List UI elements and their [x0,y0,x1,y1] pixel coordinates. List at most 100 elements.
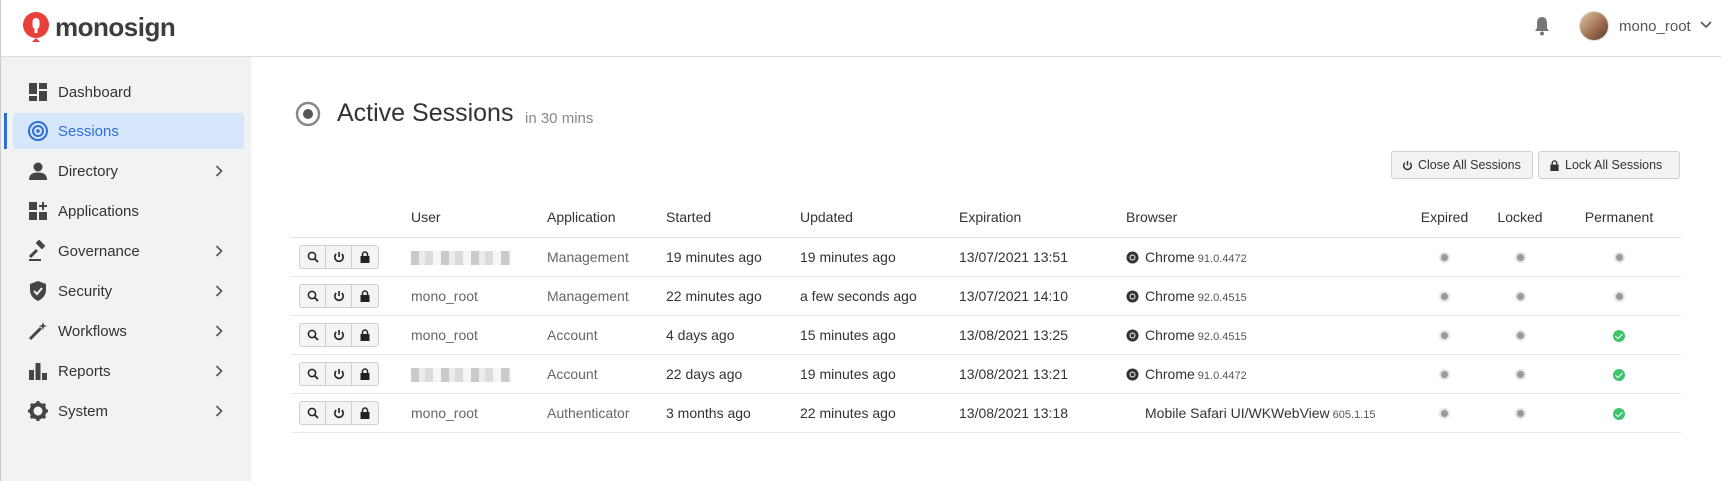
cell-expiration: 13/08/2021 13:18 [959,393,1126,433]
avatar[interactable] [1579,11,1609,41]
sessions-icon [28,121,48,141]
power-icon [333,368,344,379]
close-session-button[interactable] [326,245,352,268]
sidebar-item-label: Reports [58,362,111,380]
locked-false-icon [1514,369,1526,381]
column-header-application[interactable]: Application [547,198,666,238]
chevron-right-icon [215,325,223,337]
view-session-button[interactable] [300,284,326,307]
chrome-icon [1126,367,1139,381]
column-header-updated[interactable]: Updated [800,198,959,238]
lock-all-sessions-button[interactable]: Lock All Sessions [1538,151,1680,179]
user-name: mono_root [411,287,478,304]
sidebar-item-directory[interactable]: Directory [13,153,244,189]
sidebar-item-sessions[interactable]: Sessions [4,113,244,149]
sidebar-item-security[interactable]: Security [13,273,244,309]
view-session-button[interactable] [300,323,326,346]
lock-session-button[interactable] [352,324,378,346]
cell-updated: a few seconds ago [800,276,959,316]
close-session-button[interactable] [326,362,352,385]
cell-application: Account [547,315,666,355]
search-icon [307,290,319,302]
cell-permanent [1557,237,1681,277]
lock-session-button[interactable] [352,402,378,424]
view-session-button[interactable] [300,362,326,385]
sidebar-item-label: Workflows [58,322,127,340]
main-content: Active Sessions in 30 mins Close All Ses… [251,57,1721,481]
search-icon [307,329,319,341]
search-icon [307,251,319,263]
browser-version: 605.1.15 [1332,408,1376,421]
view-session-button[interactable] [300,245,326,268]
column-header-expired[interactable]: Expired [1406,198,1483,238]
cell-expiration: 13/08/2021 13:25 [959,315,1126,355]
chrome-icon [1126,328,1139,342]
power-icon [333,290,344,301]
cell-user [411,354,547,394]
close-session-button[interactable] [326,401,352,424]
column-header-user[interactable]: User [411,198,547,238]
lock-session-button[interactable] [352,363,378,385]
lock-session-button[interactable] [352,246,378,268]
table-row: Management 19 minutes ago 19 minutes ago 13… [291,237,1681,277]
sidebar-item-reports[interactable]: Reports [13,353,244,389]
cell-permanent [1557,393,1681,433]
column-header-permanent[interactable]: Permanent [1557,198,1681,238]
column-header-started[interactable]: Started [666,198,800,238]
cell-application: Account [547,354,666,394]
power-icon [1402,160,1413,170]
close-all-sessions-button[interactable]: Close All Sessions [1391,151,1533,179]
chrome-icon [1126,250,1139,264]
close-session-button[interactable] [326,323,352,346]
column-header-browser[interactable]: Browser [1126,198,1406,238]
cell-locked [1483,315,1557,355]
bell-icon[interactable] [1533,16,1551,36]
permanent-true-icon [1613,368,1625,381]
column-header-locked[interactable]: Locked [1483,198,1557,238]
row-actions [291,354,411,394]
cell-browser: Chrome 92.0.4515 [1126,315,1406,355]
sidebar-item-label: Sessions [58,122,119,140]
cell-updated: 19 minutes ago [800,237,959,277]
row-actions [291,315,411,355]
expired-false-icon [1439,408,1450,420]
sidebar-item-governance[interactable]: Governance [13,233,244,269]
view-session-button[interactable] [300,401,326,424]
permanent-true-icon [1613,329,1625,342]
lock-session-button[interactable] [352,285,378,307]
browser-version: 91.0.4472 [1197,369,1247,382]
cell-expired [1406,354,1483,394]
column-header-expiration[interactable]: Expiration [959,198,1126,238]
cell-updated: 15 minutes ago [800,315,959,355]
username[interactable]: mono_root [1619,18,1691,35]
sidebar-item-dashboard[interactable]: Dashboard [13,74,244,110]
row-actions [291,237,411,277]
table-row: Account 22 days ago 19 minutes ago 13/08/20… [291,354,1681,394]
cell-application: Management [547,276,666,316]
row-actions [291,276,411,316]
row-action-group [299,244,379,269]
power-icon [333,329,344,340]
chevron-down-icon[interactable] [1700,21,1712,29]
top-bar: monosign mono_root [0,0,1721,57]
sidebar-item-label: Dashboard [58,83,132,101]
logo-text: monosign [55,11,176,42]
cell-browser: Chrome 91.0.4472 [1126,237,1406,277]
logo[interactable]: monosign [21,11,176,43]
sidebar-item-applications[interactable]: Applications [13,193,244,229]
cell-browser: Mobile Safari UI/WKWebView 605.1.15 [1126,393,1406,433]
cell-browser: Chrome 91.0.4472 [1126,354,1406,394]
cell-user [411,237,547,277]
locked-false-icon [1514,252,1526,264]
locked-false-icon [1514,330,1526,342]
cell-locked [1483,354,1557,394]
lock-all-sessions-label: Lock All Sessions [1565,158,1663,172]
cell-user: mono_root [411,393,547,433]
sidebar-item-workflows[interactable]: Workflows [13,313,244,349]
cell-started: 3 months ago [666,393,800,433]
cell-expired [1406,276,1483,316]
cell-permanent [1557,354,1681,394]
expired-false-icon [1439,252,1450,264]
sidebar-item-system[interactable]: System [13,393,244,429]
close-session-button[interactable] [326,284,352,307]
